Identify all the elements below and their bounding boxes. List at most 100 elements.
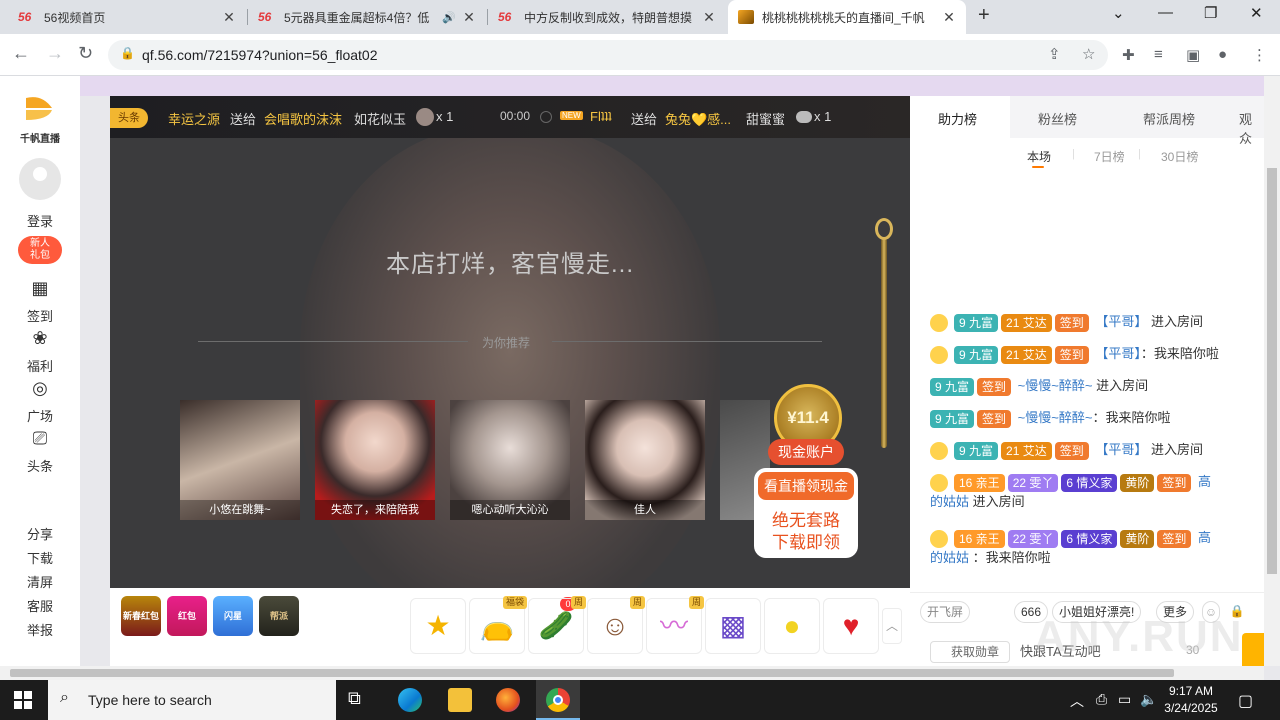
edge-icon[interactable] <box>398 688 422 712</box>
wing-gift-icon[interactable]: 〰周 <box>646 596 704 654</box>
share-icon[interactable]: ⇪ <box>1048 45 1061 63</box>
live-player[interactable]: 头条 幸运之源 送给 会唱歌的沫沫 如花似玉 x 1 00:00 NEW Flʇ… <box>110 96 910 588</box>
cash-account-label[interactable]: 现金账户 <box>768 439 844 465</box>
firefox-icon[interactable] <box>496 688 520 712</box>
restore-icon[interactable]: ❐ <box>1204 4 1217 22</box>
chat-username[interactable]: ~慢慢~醉醉~ <box>1018 410 1093 425</box>
side-panel-icon[interactable]: ▣ <box>1186 46 1200 64</box>
audio-playing-icon[interactable]: 🔊 <box>442 11 456 24</box>
ticker-sender-2[interactable]: Flʇʇʇ <box>590 109 612 124</box>
file-explorer-icon[interactable] <box>448 688 472 712</box>
gang-icon[interactable]: 帮派 <box>259 596 299 636</box>
star-gift-icon[interactable]: ★ <box>410 598 466 654</box>
sidebar-item-plaza[interactable]: 广场 <box>0 406 80 425</box>
close-window-icon[interactable]: ✕ <box>1250 4 1263 22</box>
cash-promo-box[interactable]: 看直播领现金 绝无套路 下载即领 <box>754 468 858 558</box>
tab-gang-week-rank[interactable]: 帮派周榜 <box>1143 109 1195 128</box>
recommend-card[interactable]: 小悠在跳舞~ <box>180 400 300 520</box>
system-clock[interactable]: 9:17 AM 3/24/2025 <box>1156 683 1226 717</box>
sidebar-item-headline[interactable]: 头条 <box>0 456 80 475</box>
bookmark-star-icon[interactable]: ☆ <box>1082 45 1095 63</box>
volume-icon[interactable]: 🔈 <box>1140 691 1157 708</box>
tray-device-icon[interactable]: ⎙ <box>1096 691 1107 708</box>
vertical-scrollbar[interactable] <box>1264 76 1280 666</box>
browser-tab-3[interactable]: 56 中方反制收到成效，特朗普想摸 ✕ <box>488 0 726 34</box>
url-text[interactable]: qf.56.com/7215974?union=56_float02 <box>142 47 377 63</box>
chat-username-cont[interactable]: 的姑姑 <box>930 550 969 565</box>
clear-screen-link[interactable]: 清屏 <box>0 572 80 591</box>
scrollbar-thumb[interactable] <box>1267 168 1277 574</box>
love-heart-icon[interactable]: ♥ <box>823 598 879 654</box>
tab-close-icon[interactable]: ✕ <box>702 9 716 26</box>
report-link[interactable]: 举报 <box>0 620 80 639</box>
redpacket-icon[interactable]: 红包 <box>167 596 207 636</box>
recommend-card[interactable]: 失恋了，来陪陪我 <box>315 400 435 520</box>
ticker-sender[interactable]: 幸运之源 <box>168 109 220 128</box>
windows-start-icon[interactable] <box>14 691 32 709</box>
kebab-menu-icon[interactable]: ⋮ <box>1252 46 1267 64</box>
fly-screen-toggle[interactable]: 开飞屏 <box>920 601 971 623</box>
get-medal-button[interactable]: 获取勋章 <box>930 641 1010 663</box>
tab-search-chevron-icon[interactable]: ⌄ <box>1112 4 1125 22</box>
slider-track[interactable] <box>881 238 887 448</box>
new-year-redpacket-icon[interactable]: 新春红包 <box>121 596 161 636</box>
recommend-card[interactable]: 嗯心动听大沁沁 <box>450 400 570 520</box>
tab-audience[interactable]: 观众 <box>1239 109 1264 147</box>
chat-username[interactable]: 高 <box>1198 474 1211 489</box>
horizontal-scrollbar[interactable] <box>0 666 1264 680</box>
profile-icon[interactable]: ● <box>1218 46 1227 63</box>
gift-scroll-up-icon[interactable]: ︿ <box>882 608 902 644</box>
browser-tab-1[interactable]: 56 56视频首页 ✕ <box>8 0 246 34</box>
notification-icon[interactable]: ▢ <box>1238 691 1253 711</box>
chat-username-cont[interactable]: 的姑姑 <box>930 494 969 509</box>
recommend-card[interactable]: 佳人 <box>585 400 705 520</box>
chat-username[interactable]: ~慢慢~醉醉~ <box>1018 378 1093 393</box>
chrome-taskbar-active[interactable] <box>536 680 580 720</box>
lemon-icon[interactable]: ● <box>764 598 820 654</box>
browser-tab-2[interactable]: 56 5元器具重金属超标4倍？低 🔊 ✕ <box>248 0 486 34</box>
ticker-receiver[interactable]: 会唱歌的沫沫 <box>264 109 342 128</box>
lock-icon[interactable]: 🔒 <box>120 46 135 60</box>
search-placeholder[interactable]: Type here to search <box>88 692 212 708</box>
media-control-icon[interactable]: ≡ <box>1154 46 1163 63</box>
slider-knob[interactable] <box>875 218 893 240</box>
chat-username[interactable]: 【平哥】 <box>1095 346 1141 361</box>
tray-chevron-icon[interactable]: ︿ <box>1070 691 1084 711</box>
qianfan-logo-icon[interactable] <box>22 94 56 122</box>
scrollbar-thumb[interactable] <box>10 669 1174 677</box>
network-icon[interactable]: ▭ <box>1118 691 1131 708</box>
tab-fans-rank[interactable]: 粉丝榜 <box>1038 109 1077 128</box>
chat-username[interactable]: 高 <box>1198 530 1211 545</box>
calendar-check-icon[interactable]: ▦ <box>28 278 52 300</box>
user-avatar[interactable] <box>19 158 61 200</box>
taskbar-search-box[interactable]: ⌕ Type here to search <box>48 680 336 720</box>
tab-support-rank[interactable]: 助力榜 <box>938 109 977 128</box>
subtab-30-day[interactable]: 30日榜 <box>1161 148 1198 165</box>
download-link[interactable]: 下载 <box>0 548 80 567</box>
girl-gift-icon[interactable]: ☺ 周 <box>587 596 645 654</box>
task-view-icon[interactable]: ⧉ <box>348 688 372 712</box>
chat-username[interactable]: 【平哥】 <box>1095 314 1147 329</box>
watch-for-cash-button[interactable]: 看直播领现金 <box>758 472 854 500</box>
sidebar-item-checkin[interactable]: 签到 <box>0 306 80 325</box>
flash-star-icon[interactable]: 闪星 <box>213 596 253 636</box>
plaza-icon[interactable]: ◎ <box>28 378 52 400</box>
tab-close-icon[interactable]: ✕ <box>942 9 956 26</box>
volume-slider[interactable] <box>875 216 893 448</box>
treasure-box-icon[interactable]: ▩ <box>705 598 761 654</box>
subtab-7-day[interactable]: 7日榜 <box>1094 148 1125 165</box>
reload-icon[interactable]: ↻ <box>78 43 93 64</box>
welfare-icon[interactable]: ❀ <box>28 328 52 350</box>
extensions-puzzle-icon[interactable]: ✚ <box>1122 46 1135 64</box>
tab-close-icon[interactable]: ✕ <box>462 9 476 26</box>
ticker-receiver-2[interactable]: 兔兔💛感... <box>665 109 731 128</box>
tab-close-icon[interactable]: ✕ <box>222 9 236 26</box>
browser-tab-4-active[interactable]: 桃桃桃桃桃桃夭的直播间_千帆 ✕ <box>728 0 966 34</box>
new-tab-icon[interactable]: + <box>978 4 990 27</box>
login-link[interactable]: 登录 <box>0 211 80 230</box>
new-user-gift-badge[interactable]: 新人 礼包 <box>18 236 62 264</box>
lucky-bag-icon[interactable]: 👝 福袋 <box>469 596 527 654</box>
cucumber-icon[interactable]: 🥒 周 <box>528 596 586 654</box>
back-arrow-icon[interactable]: ← <box>12 43 30 64</box>
customer-service-link[interactable]: 客服 <box>0 596 80 615</box>
